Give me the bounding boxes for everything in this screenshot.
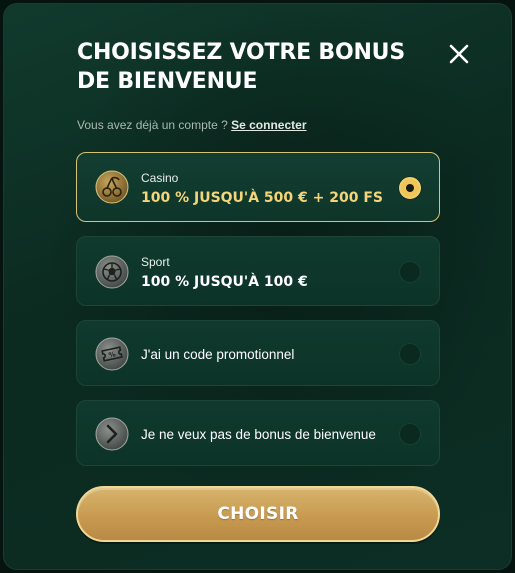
- option-no-bonus-radio[interactable]: [399, 423, 421, 445]
- option-sport-value: 100 % JUSQU'À 100 €: [141, 274, 308, 290]
- login-prompt: Vous avez déjà un compte ? Se connecter: [77, 118, 307, 132]
- option-promo-code[interactable]: % J'ai un code promotionnel: [76, 320, 440, 386]
- option-casino-radio[interactable]: [399, 177, 421, 199]
- close-button[interactable]: [445, 40, 473, 68]
- option-promo-code-radio[interactable]: [399, 343, 421, 365]
- option-casino-category: Casino: [141, 171, 179, 185]
- option-sport-radio[interactable]: [399, 261, 421, 283]
- soccer-ball-icon: [95, 255, 129, 289]
- bonus-modal: CHOISISSEZ VOTRE BONUS DE BIENVENUE Vous…: [3, 3, 512, 570]
- option-no-bonus-label: Je ne veux pas de bonus de bienvenue: [141, 427, 376, 442]
- cherry-icon: [95, 170, 129, 204]
- option-casino[interactable]: Casino 100 % JUSQU'À 500 € + 200 FS: [76, 152, 440, 222]
- option-no-bonus[interactable]: Je ne veux pas de bonus de bienvenue: [76, 400, 440, 466]
- choose-button[interactable]: CHOISIR: [76, 486, 440, 542]
- promo-ticket-icon: %: [95, 337, 129, 371]
- chevron-right-icon: [95, 417, 129, 451]
- option-casino-value: 100 % JUSQU'À 500 € + 200 FS: [141, 190, 383, 206]
- close-icon: [449, 44, 469, 64]
- login-link[interactable]: Se connecter: [231, 118, 306, 132]
- modal-title: CHOISISSEZ VOTRE BONUS DE BIENVENUE: [77, 40, 405, 94]
- login-prompt-text: Vous avez déjà un compte ?: [77, 118, 228, 132]
- option-sport[interactable]: Sport 100 % JUSQU'À 100 €: [76, 236, 440, 306]
- option-promo-code-label: J'ai un code promotionnel: [141, 347, 295, 362]
- option-sport-category: Sport: [141, 255, 170, 269]
